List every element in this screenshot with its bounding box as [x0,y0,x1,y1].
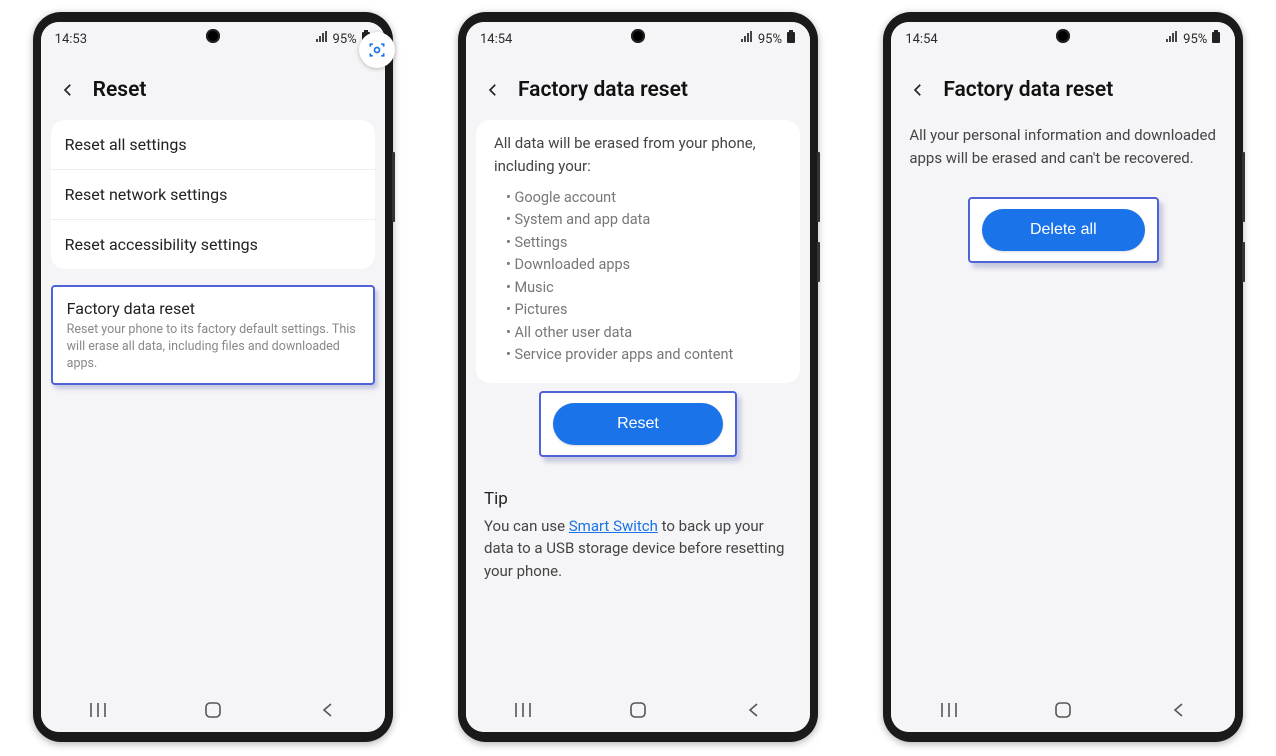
page-title: Factory data reset [943,78,1113,102]
phone-frame-2: 14:54 95% Factory data reset All data wi… [458,12,818,742]
signal-icon [1165,31,1179,47]
back-button[interactable] [482,79,504,101]
factory-data-reset-item[interactable]: Factory data reset Reset your phone to i… [51,285,375,385]
battery-text: 95% [758,32,782,47]
home-button[interactable] [193,698,233,722]
page-header: Factory data reset [891,56,1235,120]
front-camera-icon [631,29,645,43]
recents-button[interactable] [929,698,969,722]
side-button [1242,242,1245,282]
delete-all-highlight: Delete all [968,197,1159,263]
front-camera-icon [1056,29,1070,43]
reset-all-settings[interactable]: Reset all settings [51,120,375,170]
back-nav-button[interactable] [733,698,773,722]
erase-item: Settings [506,232,782,254]
battery-icon [1211,30,1221,48]
phone-frame-3: 14:54 95% Factory data reset All your pe… [883,12,1243,742]
battery-text: 95% [333,32,357,47]
signal-icon [740,31,754,47]
page-header: Reset [41,56,385,120]
erase-item: Pictures [506,299,782,321]
front-camera-icon [206,29,220,43]
side-button [817,242,820,282]
erase-item: Music [506,277,782,299]
erase-intro: All data will be erased from your phone,… [476,120,800,183]
reset-network-settings[interactable]: Reset network settings [51,170,375,220]
reset-options-card: Reset all settings Reset network setting… [51,120,375,269]
clock: 14:54 [480,32,512,47]
back-nav-button[interactable] [1158,698,1198,722]
tip-text-before: You can use [484,517,569,535]
phone-frame-1: 14:53 95% Reset Reset all settings Reset… [33,12,393,742]
side-button [817,152,820,222]
nav-bar [466,688,810,732]
confirm-body: All your personal information and downlo… [891,120,1235,175]
side-button [392,152,395,222]
side-button [1242,152,1245,222]
recents-button[interactable] [78,698,118,722]
erase-info-card: All data will be erased from your phone,… [476,120,800,383]
nav-bar [41,688,385,732]
home-button[interactable] [618,698,658,722]
clock: 14:54 [905,32,937,47]
recents-button[interactable] [503,698,543,722]
signal-icon [315,31,329,47]
battery-icon [786,30,796,48]
back-nav-button[interactable] [307,698,347,722]
factory-reset-title: Factory data reset [67,299,359,318]
home-button[interactable] [1043,698,1083,722]
delete-all-button[interactable]: Delete all [982,209,1145,251]
tip-heading: Tip [466,475,810,515]
back-button[interactable] [57,79,79,101]
nav-bar [891,688,1235,732]
factory-reset-subtitle: Reset your phone to its factory default … [67,322,359,373]
erase-item: System and app data [506,209,782,231]
screenshot-badge[interactable] [359,32,395,68]
reset-button-highlight: Reset [539,391,737,457]
back-button[interactable] [907,79,929,101]
erase-item: All other user data [506,322,782,344]
erase-item: Downloaded apps [506,254,782,276]
page-title: Reset [93,78,147,102]
reset-accessibility-settings[interactable]: Reset accessibility settings [51,220,375,269]
battery-text: 95% [1183,32,1207,47]
page-title: Factory data reset [518,78,688,102]
smart-switch-link[interactable]: Smart Switch [569,517,658,535]
erase-item: Service provider apps and content [506,344,782,366]
page-header: Factory data reset [466,56,810,120]
clock: 14:53 [55,32,87,47]
reset-button[interactable]: Reset [553,403,723,445]
tip-body: You can use Smart Switch to back up your… [466,515,810,597]
erase-list: Google account System and app data Setti… [476,183,800,379]
erase-item: Google account [506,187,782,209]
